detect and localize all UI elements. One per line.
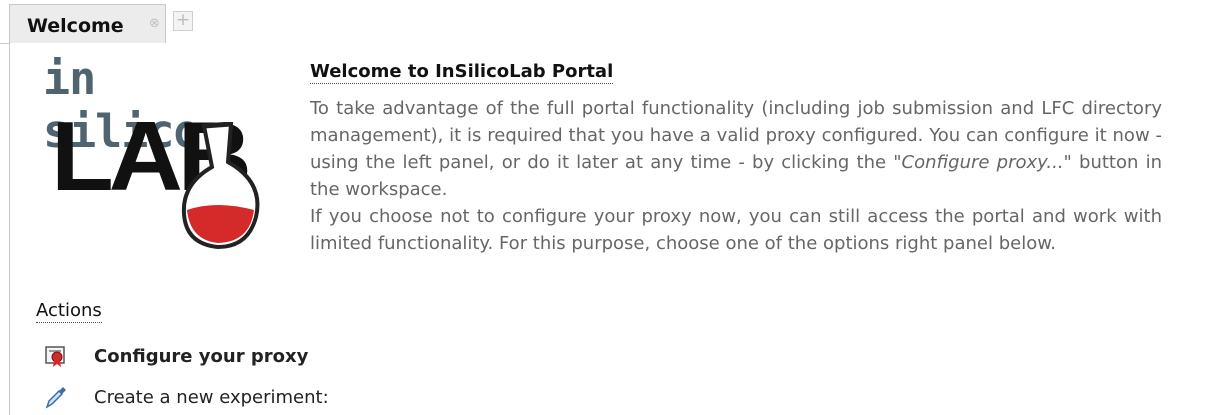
- intro-text: To take advantage of the full portal fun…: [310, 95, 1162, 257]
- insilicolab-logo: in silico LAB: [43, 52, 260, 250]
- plus-icon: +: [175, 10, 191, 30]
- page-title: Welcome to InSilicoLab Portal: [310, 61, 614, 84]
- intro-paragraph-1: To take advantage of the full portal fun…: [310, 95, 1162, 203]
- configure-proxy-action[interactable]: Configure your proxy: [44, 343, 308, 369]
- flask-icon: [181, 122, 260, 250]
- create-experiment-label: Create a new experiment:: [94, 386, 329, 408]
- add-tab-button[interactable]: +: [173, 11, 193, 31]
- intro-paragraph-2: If you choose not to configure your prox…: [310, 206, 1162, 254]
- tab-welcome[interactable]: Welcome ⊗: [9, 4, 166, 43]
- configure-proxy-reference: "Configure proxy...": [893, 152, 1072, 173]
- pipette-icon: [45, 387, 66, 409]
- configure-proxy-label: Configure your proxy: [94, 345, 309, 367]
- certificate-icon: [45, 346, 65, 367]
- create-experiment-action[interactable]: Create a new experiment:: [44, 384, 329, 410]
- close-icon[interactable]: ⊗: [149, 16, 160, 31]
- tab-welcome-label: Welcome: [27, 15, 124, 37]
- tab-bar: Welcome ⊗ +: [0, 0, 1216, 44]
- actions-heading: Actions: [36, 300, 102, 323]
